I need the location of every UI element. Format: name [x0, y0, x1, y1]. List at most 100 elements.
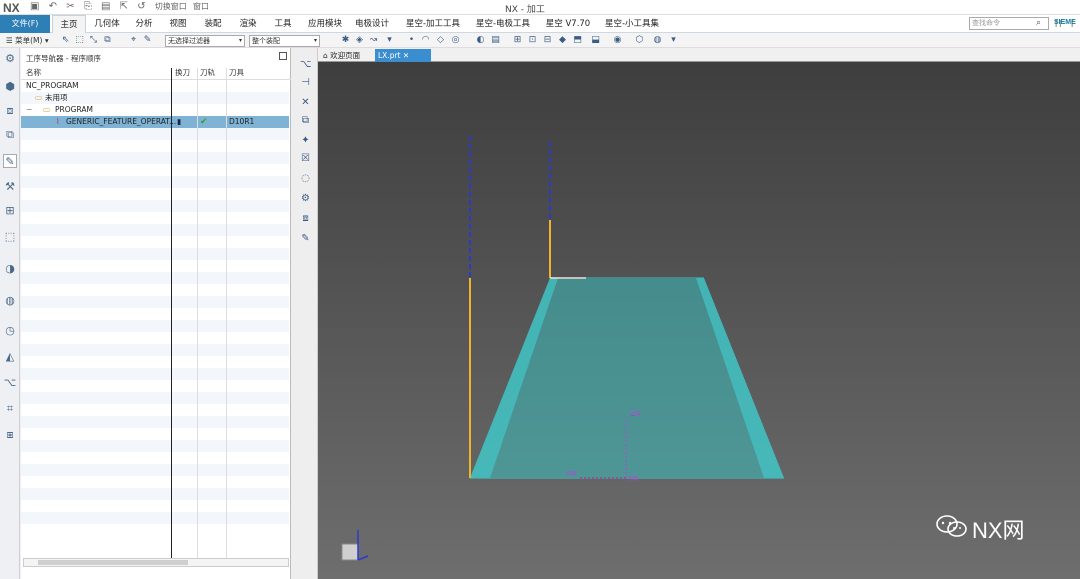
- shade-icon[interactable]: ◐: [475, 35, 486, 45]
- column-header-toolpath[interactable]: 刀轨: [200, 67, 215, 79]
- section-icon[interactable]: ⬒: [572, 35, 583, 45]
- curve-icon[interactable]: ↝: [368, 35, 379, 45]
- empty-row: [21, 464, 289, 476]
- tab-xk-v770[interactable]: 星空 V7.70: [544, 15, 592, 33]
- scrollbar-thumb[interactable]: [38, 560, 188, 565]
- constraint-navigator-icon[interactable]: ⧈: [3, 104, 17, 118]
- cut-icon[interactable]: ✂: [66, 1, 77, 12]
- hide-icon[interactable]: ◌: [299, 172, 312, 185]
- cube-icon[interactable]: ⬡: [634, 35, 645, 45]
- snap-icon[interactable]: ⌖: [128, 35, 139, 45]
- arc-icon[interactable]: ◠: [420, 35, 431, 45]
- select-edge-icon[interactable]: ⤡: [88, 35, 99, 45]
- snap-center-icon[interactable]: ◎: [450, 35, 461, 45]
- more-icon[interactable]: ▾: [668, 35, 679, 45]
- window-label[interactable]: 窗口: [193, 2, 209, 11]
- web-browser-icon[interactable]: ◍: [3, 294, 17, 308]
- generate-icon[interactable]: ✦: [299, 134, 312, 147]
- point-icon[interactable]: •: [406, 35, 417, 45]
- view-icon[interactable]: ⊞: [512, 35, 523, 45]
- palette-icon[interactable]: ◍: [652, 35, 663, 45]
- tab-xk-small-tools[interactable]: 星空-小工具集: [603, 15, 661, 33]
- reuse-library-icon[interactable]: ⬚: [3, 230, 17, 244]
- repeat-icon[interactable]: ↺: [137, 1, 148, 12]
- tree-row-program[interactable]: − ▭ PROGRAM: [21, 104, 289, 116]
- history-icon[interactable]: ◷: [3, 324, 17, 338]
- assembly-navigator-icon[interactable]: ⬢: [3, 80, 17, 94]
- tab-view[interactable]: 视图: [164, 15, 192, 33]
- verify-icon[interactable]: ☒: [299, 152, 312, 165]
- tab-applications[interactable]: 应用模块: [305, 15, 345, 33]
- column-header-tool[interactable]: 刀具: [229, 67, 244, 79]
- orient-icon[interactable]: ◆: [557, 35, 568, 45]
- fit-icon[interactable]: ⊡: [527, 35, 538, 45]
- save-icon[interactable]: ▣: [30, 1, 42, 12]
- tree-row-nc-program[interactable]: NC_PROGRAM: [21, 80, 289, 92]
- tab-electrode-design[interactable]: 电极设计: [352, 15, 392, 33]
- feature-navigator-icon[interactable]: ⊞: [3, 204, 17, 218]
- tab-xk-machining[interactable]: 星空-加工工具: [402, 15, 464, 33]
- select-icon[interactable]: ⇱: [120, 1, 131, 12]
- quick-access-toolbar[interactable]: ▣ ↶ ✂ ⎘ ▤ ⇱ ↺ 切换窗口 窗口: [30, 1, 209, 12]
- undo-icon[interactable]: ↶: [49, 1, 60, 12]
- graphics-viewport[interactable]: ZM XM YM: [318, 62, 1080, 579]
- machine-navigator-icon[interactable]: ⚒: [3, 180, 17, 194]
- tab-home[interactable]: 主页: [52, 15, 86, 33]
- roles-icon[interactable]: ⌗: [3, 402, 17, 416]
- shop-doc-icon[interactable]: ⧈: [299, 212, 312, 225]
- select-icon[interactable]: ⇖: [60, 35, 71, 45]
- horizontal-scrollbar[interactable]: [23, 558, 289, 567]
- column-header-toolchange[interactable]: 换刀: [175, 67, 190, 79]
- highlight-icon[interactable]: ✎: [142, 35, 153, 45]
- collapse-icon[interactable]: −: [26, 104, 32, 116]
- menu-dropdown[interactable]: ☰ 菜单(M) ▾: [6, 35, 49, 46]
- copy-icon[interactable]: ⎘: [84, 1, 95, 12]
- layer-icon[interactable]: ▤: [490, 35, 501, 45]
- filter-select[interactable]: 无选择过滤器 ▾: [165, 35, 245, 47]
- tree-row-unused[interactable]: ▭ 未用项: [21, 92, 289, 104]
- tab-part[interactable]: LX.prt ✕: [375, 49, 431, 62]
- delete-toolpath-icon[interactable]: ✕: [299, 96, 312, 109]
- paste-icon[interactable]: ▤: [101, 1, 113, 12]
- tree-row-operation[interactable]: ⌇ GENERIC_FEATURE_OPERAT... ▮ ✔ D10R1: [21, 116, 289, 128]
- maximize-icon[interactable]: ⌈: [1071, 19, 1074, 28]
- search-icon[interactable]: ⌕: [1036, 18, 1041, 28]
- tab-geometry[interactable]: 几何体: [90, 15, 124, 33]
- post-process-icon[interactable]: ⚙: [299, 192, 312, 205]
- geometry-view-icon[interactable]: ⧉: [299, 114, 312, 127]
- hd3d-icon[interactable]: ◑: [3, 262, 17, 276]
- edit-object-icon[interactable]: ✎: [299, 232, 312, 245]
- camera-icon[interactable]: ◉: [612, 35, 623, 45]
- style-icon[interactable]: ⬓: [590, 35, 601, 45]
- select-body-icon[interactable]: ⧉: [102, 35, 113, 45]
- system-material-icon[interactable]: ◭: [3, 350, 17, 364]
- feature-icon[interactable]: ◈: [354, 35, 365, 45]
- create-tool-icon[interactable]: ⊣: [299, 76, 312, 89]
- close-icon[interactable]: [279, 52, 287, 60]
- tab-render[interactable]: 渲染: [234, 15, 262, 33]
- system-scenes-icon[interactable]: ⧆: [3, 428, 17, 442]
- tab-xk-electrode[interactable]: 星空-电极工具: [472, 15, 534, 33]
- zoom-icon[interactable]: ⊟: [542, 35, 553, 45]
- select-face-icon[interactable]: ⬚: [74, 35, 85, 45]
- operation-icon: ⌇: [56, 117, 60, 126]
- snap-point-icon[interactable]: ◇: [435, 35, 446, 45]
- empty-row: [21, 248, 289, 260]
- tab-tools[interactable]: 工具: [269, 15, 297, 33]
- settings-icon[interactable]: ⚙: [3, 52, 17, 66]
- restore-icon[interactable]: ⌈⌉: [1055, 19, 1061, 28]
- column-header-name[interactable]: 名称: [26, 67, 41, 79]
- operation-navigator-icon[interactable]: ✎: [3, 154, 17, 168]
- tab-assembly[interactable]: 装配: [199, 15, 227, 33]
- file-menu-button[interactable]: 文件(F): [0, 15, 50, 33]
- dropdown-icon[interactable]: ▾: [384, 35, 395, 45]
- create-program-icon[interactable]: ⌥: [299, 58, 312, 71]
- tab-welcome[interactable]: ⌂ 欢迎页面: [320, 49, 372, 62]
- settings-icon[interactable]: ✱: [340, 35, 351, 45]
- close-icon[interactable]: ✕: [403, 51, 409, 60]
- part-navigator-icon[interactable]: ⧉: [3, 128, 17, 142]
- switch-window-label[interactable]: 切换窗口: [155, 2, 187, 11]
- assembly-scope-select[interactable]: 整个装配 ▾: [249, 35, 320, 47]
- process-studio-icon[interactable]: ⌥: [3, 376, 17, 390]
- tab-analysis[interactable]: 分析: [130, 15, 158, 33]
